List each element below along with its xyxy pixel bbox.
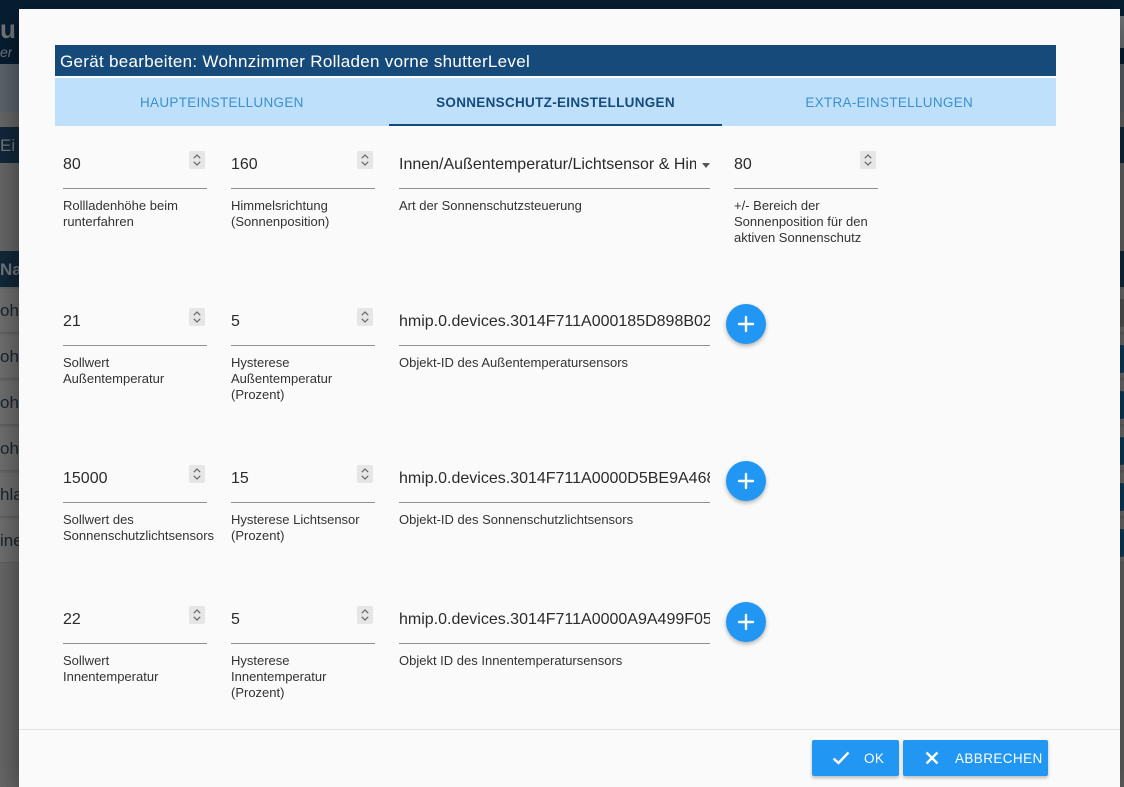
chevron-down-icon bbox=[193, 616, 201, 621]
plus-icon bbox=[737, 315, 755, 333]
chevron-down-icon bbox=[864, 161, 872, 166]
sun-range-label: +/- Bereich der Sonnenposition für den a… bbox=[734, 198, 868, 245]
number-stepper[interactable] bbox=[189, 465, 205, 483]
number-stepper[interactable] bbox=[357, 308, 373, 326]
outside-temp-hysteresis-input[interactable]: 5 bbox=[231, 302, 375, 346]
light-hysteresis-input[interactable]: 15 bbox=[231, 459, 375, 503]
sun-range-value: 80 bbox=[734, 156, 752, 173]
inside-temp-setpoint-value: 22 bbox=[63, 611, 81, 628]
chevron-up-icon bbox=[193, 468, 201, 473]
inside-temp-setpoint-field: 22 Sollwert Innentemperatur bbox=[63, 600, 207, 685]
inside-temp-sensor-field: hmip.0.devices.3014F711A0000A9A499F050E … bbox=[399, 600, 710, 669]
light-sensor-value: hmip.0.devices.3014F711A0000D5BE9A4688 bbox=[399, 470, 710, 487]
inside-temp-sensor-input[interactable]: hmip.0.devices.3014F711A0000A9A499F050E bbox=[399, 600, 710, 644]
chevron-up-icon bbox=[193, 154, 201, 159]
inside-temp-sensor-label: Objekt ID des Innentemperatursensors bbox=[399, 653, 623, 668]
chevron-down-icon bbox=[193, 161, 201, 166]
tab-main-settings[interactable]: Haupteinstellungen bbox=[55, 78, 389, 126]
light-hysteresis-field: 15 Hysterese Lichtsensor (Prozent) bbox=[231, 459, 375, 544]
chevron-up-icon bbox=[361, 311, 369, 316]
chevron-up-icon bbox=[193, 609, 201, 614]
tab-bar: Haupteinstellungen Sonnenschutz-Einstell… bbox=[55, 78, 1056, 126]
cancel-button[interactable]: Abbrechen bbox=[903, 740, 1048, 776]
tab-sunprotect-settings[interactable]: Sonnenschutz-Einstellungen bbox=[388, 78, 723, 126]
tab-extra-settings[interactable]: Extra-Einstellungen bbox=[722, 78, 1056, 126]
number-stepper[interactable] bbox=[860, 151, 876, 169]
select-inside-temp-sensor-button[interactable] bbox=[726, 602, 766, 642]
sunprotect-type-field: Innen/Außentemperatur/Lichtsensor & Himm… bbox=[399, 145, 710, 214]
chevron-up-icon bbox=[361, 154, 369, 159]
light-setpoint-input[interactable]: 15000 bbox=[63, 459, 207, 503]
outside-temp-setpoint-field: 21 Sollwert Außentemperatur bbox=[63, 302, 207, 387]
inside-temp-hysteresis-label: Hysterese Innentemperatur (Prozent) bbox=[231, 653, 327, 700]
chevron-down-icon bbox=[361, 161, 369, 166]
number-stepper[interactable] bbox=[357, 465, 373, 483]
dialog-actions-divider bbox=[19, 729, 1120, 730]
inside-temp-hysteresis-input[interactable]: 5 bbox=[231, 600, 375, 644]
shutter-height-value: 80 bbox=[63, 156, 81, 173]
outside-temp-hysteresis-value: 5 bbox=[231, 313, 240, 330]
chevron-down-icon bbox=[361, 318, 369, 323]
direction-value: 160 bbox=[231, 156, 258, 173]
outside-temp-sensor-value: hmip.0.devices.3014F711A000185D898B024C bbox=[399, 313, 710, 330]
light-sensor-input[interactable]: hmip.0.devices.3014F711A0000D5BE9A4688 bbox=[399, 459, 710, 503]
outside-temp-sensor-label: Objekt-ID des Außentemperatursensors bbox=[399, 355, 629, 370]
chevron-down-icon bbox=[361, 616, 369, 621]
dialog-title: Gerät bearbeiten: Wohnzimmer Rolladen vo… bbox=[55, 45, 1056, 76]
light-hysteresis-value: 15 bbox=[231, 470, 249, 487]
number-stepper[interactable] bbox=[189, 308, 205, 326]
chevron-down-icon bbox=[193, 318, 201, 323]
number-stepper[interactable] bbox=[357, 606, 373, 624]
inside-temp-hysteresis-value: 5 bbox=[231, 611, 240, 628]
check-icon bbox=[828, 751, 854, 765]
number-stepper[interactable] bbox=[189, 151, 205, 169]
inside-temp-hysteresis-field: 5 Hysterese Innentemperatur (Prozent) bbox=[231, 600, 375, 701]
light-sensor-label: Objekt-ID des Sonnenschutzlichtsensors bbox=[399, 512, 634, 527]
shutter-height-input[interactable]: 80 bbox=[63, 145, 207, 189]
outside-temp-hysteresis-label: Hysterese Außentemperatur (Prozent) bbox=[231, 355, 333, 402]
outside-temp-sensor-input[interactable]: hmip.0.devices.3014F711A000185D898B024C bbox=[399, 302, 710, 346]
close-icon bbox=[919, 751, 945, 765]
outside-temp-setpoint-input[interactable]: 21 bbox=[63, 302, 207, 346]
inside-temp-sensor-value: hmip.0.devices.3014F711A0000A9A499F050E bbox=[399, 611, 710, 628]
sunprotect-type-label: Art der Sonnenschutzsteuerung bbox=[399, 198, 582, 213]
chevron-up-icon bbox=[361, 468, 369, 473]
plus-icon bbox=[737, 472, 755, 490]
sun-range-input[interactable]: 80 bbox=[734, 145, 878, 189]
shutter-height-label: Rollladenhöhe beim runterfahren bbox=[63, 198, 178, 229]
cancel-button-label: Abbrechen bbox=[955, 750, 1043, 766]
light-setpoint-field: 15000 Sollwert des Sonnenschutzlichtsens… bbox=[63, 459, 215, 544]
light-setpoint-label: Sollwert des Sonnenschutzlichtsensors bbox=[63, 512, 215, 543]
light-setpoint-value: 15000 bbox=[63, 470, 108, 487]
chevron-down-icon bbox=[193, 475, 201, 480]
chevron-down-icon bbox=[361, 475, 369, 480]
light-hysteresis-label: Hysterese Lichtsensor (Prozent) bbox=[231, 512, 360, 543]
outside-temp-setpoint-label: Sollwert Außentemperatur bbox=[63, 355, 165, 386]
chevron-up-icon bbox=[864, 154, 872, 159]
shutter-height-field: 80 Rollladenhöhe beim runterfahren bbox=[63, 145, 207, 230]
sun-range-field: 80 +/- Bereich der Sonnenposition für de… bbox=[734, 145, 878, 246]
outside-temp-hysteresis-field: 5 Hysterese Außentemperatur (Prozent) bbox=[231, 302, 375, 403]
outside-temp-sensor-field: hmip.0.devices.3014F711A000185D898B024C … bbox=[399, 302, 710, 371]
inside-temp-setpoint-label: Sollwert Innentemperatur bbox=[63, 653, 159, 684]
select-outside-temp-sensor-button[interactable] bbox=[726, 304, 766, 344]
inside-temp-setpoint-input[interactable]: 22 bbox=[63, 600, 207, 644]
edit-device-dialog: Gerät bearbeiten: Wohnzimmer Rolladen vo… bbox=[19, 9, 1120, 787]
sunprotect-type-select[interactable]: Innen/Außentemperatur/Lichtsensor & Himm… bbox=[399, 145, 710, 189]
plus-icon bbox=[737, 613, 755, 631]
number-stepper[interactable] bbox=[357, 151, 373, 169]
dropdown-arrow-icon bbox=[702, 163, 710, 168]
light-sensor-field: hmip.0.devices.3014F711A0000D5BE9A4688 O… bbox=[399, 459, 710, 528]
direction-input[interactable]: 160 bbox=[231, 145, 375, 189]
number-stepper[interactable] bbox=[189, 606, 205, 624]
outside-temp-setpoint-value: 21 bbox=[63, 313, 81, 330]
direction-label: Himmelsrichtung (Sonnenposition) bbox=[231, 198, 330, 229]
chevron-up-icon bbox=[361, 609, 369, 614]
chevron-up-icon bbox=[193, 311, 201, 316]
ok-button[interactable]: OK bbox=[812, 740, 899, 776]
direction-field: 160 Himmelsrichtung (Sonnenposition) bbox=[231, 145, 375, 230]
select-light-sensor-button[interactable] bbox=[726, 461, 766, 501]
ok-button-label: OK bbox=[864, 750, 885, 766]
sunprotect-type-value: Innen/Außentemperatur/Lichtsensor & Himm… bbox=[399, 156, 696, 173]
